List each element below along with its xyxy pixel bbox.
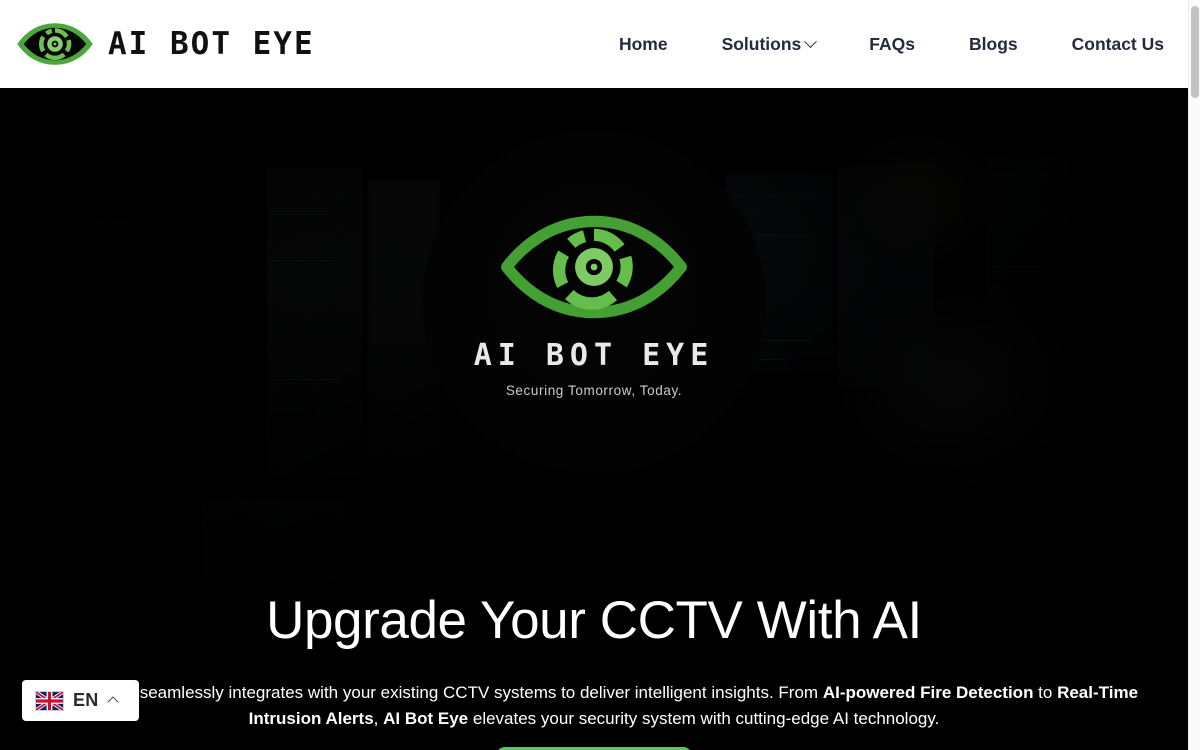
nav-label-contact-us: Contact Us — [1071, 33, 1164, 54]
eye-logo-icon — [501, 215, 687, 319]
nav-label-faqs: FAQs — [869, 33, 915, 54]
hero-paragraph-text-4: elevates your security system with cutti… — [468, 708, 940, 728]
hero-paragraph-text-2: to — [1033, 683, 1058, 702]
brand-logo-link[interactable]: AI BOT EYE — [16, 0, 315, 88]
hero-paragraph-brand-2: AI Bot Eye — [383, 708, 469, 728]
hero-wordmark: AI BOT EYE — [473, 338, 715, 373]
hero-title: Upgrade Your CCTV With AI — [266, 591, 922, 650]
language-code: EN — [73, 690, 99, 710]
vertical-scrollbar[interactable] — [1188, 0, 1200, 750]
hero-tagline: Securing Tomorrow, Today. — [505, 383, 683, 398]
nav-item-blogs[interactable]: Blogs — [942, 26, 1045, 63]
nav-label-blogs: Blogs — [969, 33, 1018, 54]
hero-paragraph-text-1: seamlessly integrates with your existing… — [135, 683, 823, 702]
nav-label-home: Home — [618, 33, 668, 54]
hero-logo-badge: AI BOT EYE Securing Tomorrow, Today. — [422, 130, 766, 474]
nav-item-contact-us[interactable]: Contact Us — [1045, 26, 1174, 63]
site-header: AI BOT EYE Home Solutions FAQs Blogs Con… — [0, 0, 1188, 88]
chevron-down-icon — [804, 34, 818, 48]
brand-name: AI BOT EYE — [108, 26, 315, 62]
nav-item-solutions[interactable]: Solutions — [695, 26, 843, 63]
hero-content: AI BOT EYE Securing Tomorrow, Today. Upg… — [0, 88, 1188, 750]
hero-section: AI BOT EYE Securing Tomorrow, Today. Upg… — [0, 88, 1188, 750]
hero-paragraph: AI Bot Eye seamlessly integrates with yo… — [0, 680, 1188, 731]
hero-paragraph-bold-fire: AI-powered Fire Detection — [822, 683, 1034, 702]
language-switcher[interactable]: EN — [22, 680, 139, 721]
main-navigation: Home Solutions FAQs Blogs Contact Us — [592, 26, 1174, 63]
scrollbar-thumb[interactable] — [1191, 6, 1199, 98]
nav-item-home[interactable]: Home — [592, 26, 695, 63]
nav-label-solutions: Solutions — [721, 33, 802, 54]
eye-logo-icon — [17, 23, 93, 65]
hero-paragraph-text-3: , — [373, 708, 384, 728]
chevron-up-icon — [106, 696, 119, 708]
uk-flag-icon — [35, 690, 64, 711]
page-root: AI BOT EYE Home Solutions FAQs Blogs Con… — [0, 0, 1200, 750]
nav-item-faqs[interactable]: FAQs — [842, 26, 942, 63]
